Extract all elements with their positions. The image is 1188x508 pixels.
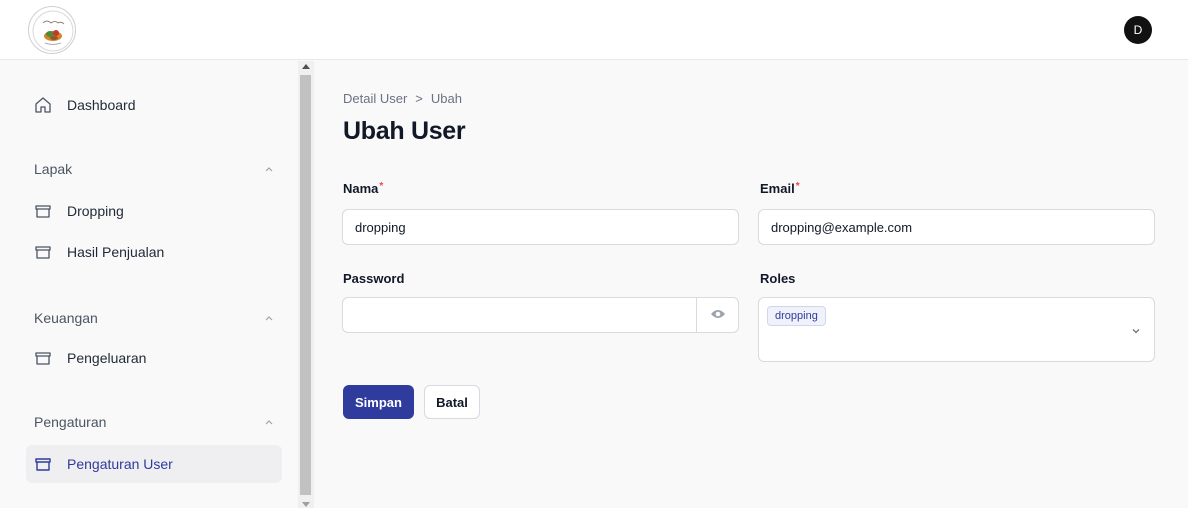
sidebar-scrollbar[interactable] [298, 61, 314, 508]
sidebar-item-label: Dropping [67, 203, 124, 219]
user-avatar[interactable]: D [1124, 16, 1152, 44]
roles-select[interactable]: dropping [758, 297, 1155, 362]
nama-label: Nama* [343, 181, 383, 196]
breadcrumb-separator: > [415, 91, 423, 106]
toggle-password-button[interactable] [696, 298, 738, 332]
sidebar-item-label: Pengaturan User [67, 456, 173, 472]
box-icon [34, 243, 52, 261]
top-bar: D [0, 0, 1188, 60]
email-value: dropping@example.com [771, 219, 913, 235]
sidebar-section-keuangan[interactable]: Keuangan [34, 310, 274, 326]
home-icon [34, 96, 52, 114]
required-mark: * [795, 181, 800, 192]
sidebar-item-dashboard[interactable]: Dashboard [26, 86, 282, 124]
password-label: Password [343, 271, 405, 286]
breadcrumb: Detail User > Ubah [343, 91, 462, 106]
sidebar-item-label: Hasil Penjualan [67, 244, 165, 260]
app-logo[interactable] [28, 6, 76, 54]
chevron-down-icon[interactable] [1130, 324, 1142, 336]
box-icon [34, 349, 52, 367]
role-chip[interactable]: dropping [767, 306, 826, 326]
avatar-initial: D [1133, 23, 1143, 37]
cancel-button[interactable]: Batal [424, 385, 480, 419]
section-title: Pengaturan [34, 414, 107, 430]
breadcrumb-parent[interactable]: Detail User [343, 91, 407, 106]
scrollbar-thumb[interactable] [300, 75, 311, 495]
sidebar-item-pengeluaran[interactable]: Pengeluaran [26, 339, 282, 377]
save-button[interactable]: Simpan [343, 385, 414, 419]
sidebar-item-label: Pengeluaran [67, 350, 147, 366]
page-title: Ubah User [343, 117, 466, 145]
main-content: Detail User > Ubah Ubah User Nama* dropp… [314, 61, 1188, 508]
box-icon [34, 202, 52, 220]
scroll-up-arrow-icon[interactable] [302, 64, 310, 69]
role-chip-label: dropping [775, 310, 818, 322]
box-icon [34, 455, 52, 473]
eye-icon [710, 308, 726, 323]
required-mark: * [379, 181, 384, 192]
email-field[interactable]: dropping@example.com [758, 209, 1155, 245]
sidebar-section-pengaturan[interactable]: Pengaturan [34, 414, 274, 430]
email-label: Email* [760, 181, 800, 196]
sidebar-section-lapak[interactable]: Lapak [34, 161, 274, 177]
chevron-up-icon [264, 164, 274, 174]
breadcrumb-current: Ubah [430, 91, 462, 106]
sidebar-item-pengaturan-user[interactable]: Pengaturan User [26, 445, 282, 483]
email-label-text: Email [760, 181, 795, 196]
section-title: Keuangan [34, 310, 98, 326]
chevron-up-icon [264, 417, 274, 427]
section-title: Lapak [34, 161, 73, 177]
chevron-up-icon [264, 313, 274, 323]
nama-value: dropping [355, 219, 406, 235]
nama-field[interactable]: dropping [342, 209, 739, 245]
sidebar: Dashboard Lapak Dropping Hasil Penjualan… [0, 61, 298, 508]
nama-label-text: Nama [343, 181, 379, 196]
scroll-down-arrow-icon[interactable] [302, 502, 310, 507]
password-field[interactable] [342, 297, 739, 333]
sidebar-item-label: Dashboard [67, 97, 136, 113]
sidebar-item-dropping[interactable]: Dropping [26, 192, 282, 230]
sidebar-item-hasil-penjualan[interactable]: Hasil Penjualan [26, 233, 282, 271]
roles-label: Roles [760, 271, 796, 286]
